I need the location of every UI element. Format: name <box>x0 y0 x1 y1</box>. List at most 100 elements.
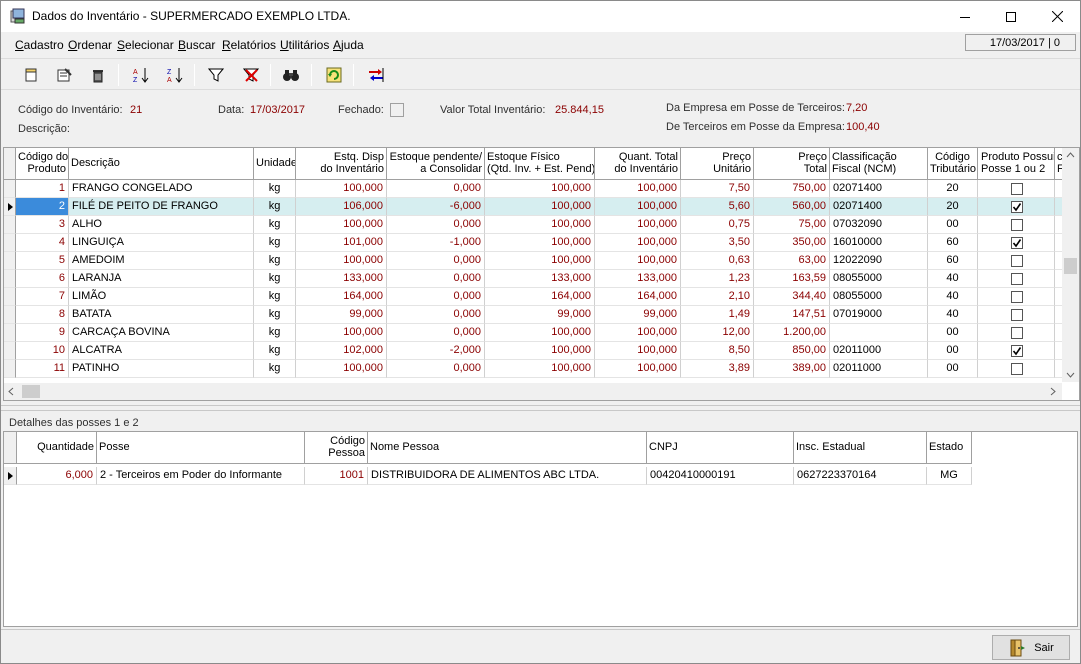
cell-cod[interactable]: 3 <box>16 216 69 234</box>
table-row[interactable]: 11 PATINHO kg 100,000 0,000 100,000 100,000 3,8… <box>4 360 1064 378</box>
cell-pu[interactable]: 7,50 <box>681 180 754 198</box>
cell-ncm[interactable]: 02011000 <box>830 342 928 360</box>
cell-disp[interactable]: 164,000 <box>296 288 387 306</box>
search-button[interactable] <box>280 64 302 86</box>
cell-pu[interactable]: 8,50 <box>681 342 754 360</box>
cell-un[interactable]: kg <box>254 342 296 360</box>
cell-fis[interactable]: 133,000 <box>485 270 595 288</box>
cell-pu[interactable]: 5,60 <box>681 198 754 216</box>
posse-checkbox[interactable] <box>1011 237 1023 249</box>
cell-un[interactable]: kg <box>254 252 296 270</box>
cell-ncm[interactable]: 07019000 <box>830 306 928 324</box>
cell-disp[interactable]: 100,000 <box>296 324 387 342</box>
cell-pu[interactable]: 1,49 <box>681 306 754 324</box>
cell-ncm[interactable]: 07032090 <box>830 216 928 234</box>
col-quant-total[interactable]: Quant. Total do Inventário <box>595 148 681 180</box>
col-ncm[interactable]: Classificação Fiscal (NCM) <box>830 148 928 180</box>
title-bar[interactable]: Dados do Inventário - SUPERMERCADO EXEMP… <box>1 1 1080 32</box>
cell-un[interactable]: kg <box>254 324 296 342</box>
cell-pend[interactable]: 0,000 <box>387 288 485 306</box>
col-produto-posse[interactable]: Produto Possui Posse 1 ou 2 <box>978 148 1055 180</box>
cell-un[interactable]: kg <box>254 234 296 252</box>
minimize-button[interactable] <box>942 1 988 32</box>
cell-trib[interactable]: 60 <box>928 252 978 270</box>
col-cnpj[interactable]: CNPJ <box>647 432 794 464</box>
col-descricao[interactable]: Descrição <box>69 148 254 180</box>
cell-cod[interactable]: 6 <box>16 270 69 288</box>
cell-pu[interactable]: 3,89 <box>681 360 754 378</box>
cell-un[interactable]: kg <box>254 288 296 306</box>
cell-cod[interactable]: 8 <box>16 306 69 324</box>
cell-ncm[interactable]: 02011000 <box>830 360 928 378</box>
col-preco-total[interactable]: Preço Total <box>754 148 830 180</box>
cell-disp[interactable]: 99,000 <box>296 306 387 324</box>
menu-buscar[interactable]: Buscar <box>178 38 215 52</box>
menu-utilitarios[interactable]: Utilitários <box>280 38 329 52</box>
row-indicator[interactable] <box>4 198 16 216</box>
cell-uf[interactable]: MG <box>927 467 972 485</box>
cell-nome[interactable]: DISTRIBUIDORA DE ALIMENTOS ABC LTDA. <box>368 467 647 485</box>
cell-desc[interactable]: CARCAÇA BOVINA <box>69 324 254 342</box>
refresh-button[interactable] <box>323 64 345 86</box>
cell-pend[interactable]: 0,000 <box>387 216 485 234</box>
cell-pt[interactable]: 344,40 <box>754 288 830 306</box>
col-unidade[interactable]: Unidade <box>254 148 296 180</box>
row-indicator[interactable] <box>4 360 16 378</box>
cell-pend[interactable]: -1,000 <box>387 234 485 252</box>
cell-tot[interactable]: 100,000 <box>595 324 681 342</box>
cell-ncm[interactable]: 16010000 <box>830 234 928 252</box>
cell-disp[interactable]: 102,000 <box>296 342 387 360</box>
new-record-button[interactable] <box>20 64 42 86</box>
cell-pt[interactable]: 560,00 <box>754 198 830 216</box>
cell-cod[interactable]: 10 <box>16 342 69 360</box>
cell-fis[interactable]: 100,000 <box>485 234 595 252</box>
posse-checkbox[interactable] <box>1011 345 1023 357</box>
cell-ncm[interactable]: 08055000 <box>830 270 928 288</box>
cell-cnpj[interactable]: 00420410000191 <box>647 467 794 485</box>
row-indicator[interactable] <box>4 270 16 288</box>
cell-pend[interactable]: 0,000 <box>387 360 485 378</box>
cell-fis[interactable]: 100,000 <box>485 198 595 216</box>
menu-cadastro[interactable]: Cadastro <box>15 38 64 52</box>
cell-cod[interactable]: 7 <box>16 288 69 306</box>
menu-relatorios[interactable]: Relatórios <box>222 38 276 52</box>
delete-button[interactable] <box>87 64 109 86</box>
cell-pu[interactable]: 0,75 <box>681 216 754 234</box>
cell-ie[interactable]: 0627223370164 <box>794 467 927 485</box>
row-indicator[interactable] <box>4 306 16 324</box>
sort-ascending-button[interactable]: AZ <box>130 64 152 86</box>
row-indicator[interactable] <box>4 324 16 342</box>
menu-ordenar[interactable]: Ordenar <box>68 38 112 52</box>
row-indicator[interactable] <box>4 252 16 270</box>
cell-fis[interactable]: 100,000 <box>485 342 595 360</box>
clear-filter-button[interactable] <box>240 64 262 86</box>
cell-tot[interactable]: 100,000 <box>595 216 681 234</box>
row-indicator[interactable] <box>4 342 16 360</box>
cell-disp[interactable]: 100,000 <box>296 252 387 270</box>
cell-pend[interactable]: 0,000 <box>387 180 485 198</box>
table-row[interactable]: 10 ALCATRA kg 102,000 -2,000 100,000 100,000 8,… <box>4 342 1064 360</box>
cell-pt[interactable]: 63,00 <box>754 252 830 270</box>
cell-un[interactable]: kg <box>254 180 296 198</box>
posse-checkbox[interactable] <box>1011 201 1023 213</box>
cell-pt[interactable]: 350,00 <box>754 234 830 252</box>
cell-ncm[interactable]: 12022090 <box>830 252 928 270</box>
horizontal-scrollbar[interactable] <box>4 383 1062 400</box>
cell-desc[interactable]: LINGUIÇA <box>69 234 254 252</box>
cell-desc[interactable]: FRANGO CONGELADO <box>69 180 254 198</box>
table-row[interactable]: 9 CARCAÇA BOVINA kg 100,000 0,000 100,000 100,… <box>4 324 1064 342</box>
splitter[interactable] <box>1 405 1080 411</box>
menu-selecionar[interactable]: Selecionar <box>117 38 174 52</box>
posse-checkbox[interactable] <box>1011 309 1023 321</box>
cell-trib[interactable]: 00 <box>928 216 978 234</box>
cell-un[interactable]: kg <box>254 198 296 216</box>
cell-pt[interactable]: 850,00 <box>754 342 830 360</box>
maximize-button[interactable] <box>988 1 1034 32</box>
cell-fis[interactable]: 99,000 <box>485 306 595 324</box>
cell-disp[interactable]: 101,000 <box>296 234 387 252</box>
cell-ncm[interactable]: 02071400 <box>830 180 928 198</box>
table-row[interactable]: 3 ALHO kg 100,000 0,000 100,000 100,000 0,75 75,… <box>4 216 1064 234</box>
cell-disp[interactable]: 100,000 <box>296 360 387 378</box>
col-estoque-pendente[interactable]: Estoque pendente/a Consolidar <box>387 148 485 180</box>
posse-checkbox[interactable] <box>1011 291 1023 303</box>
